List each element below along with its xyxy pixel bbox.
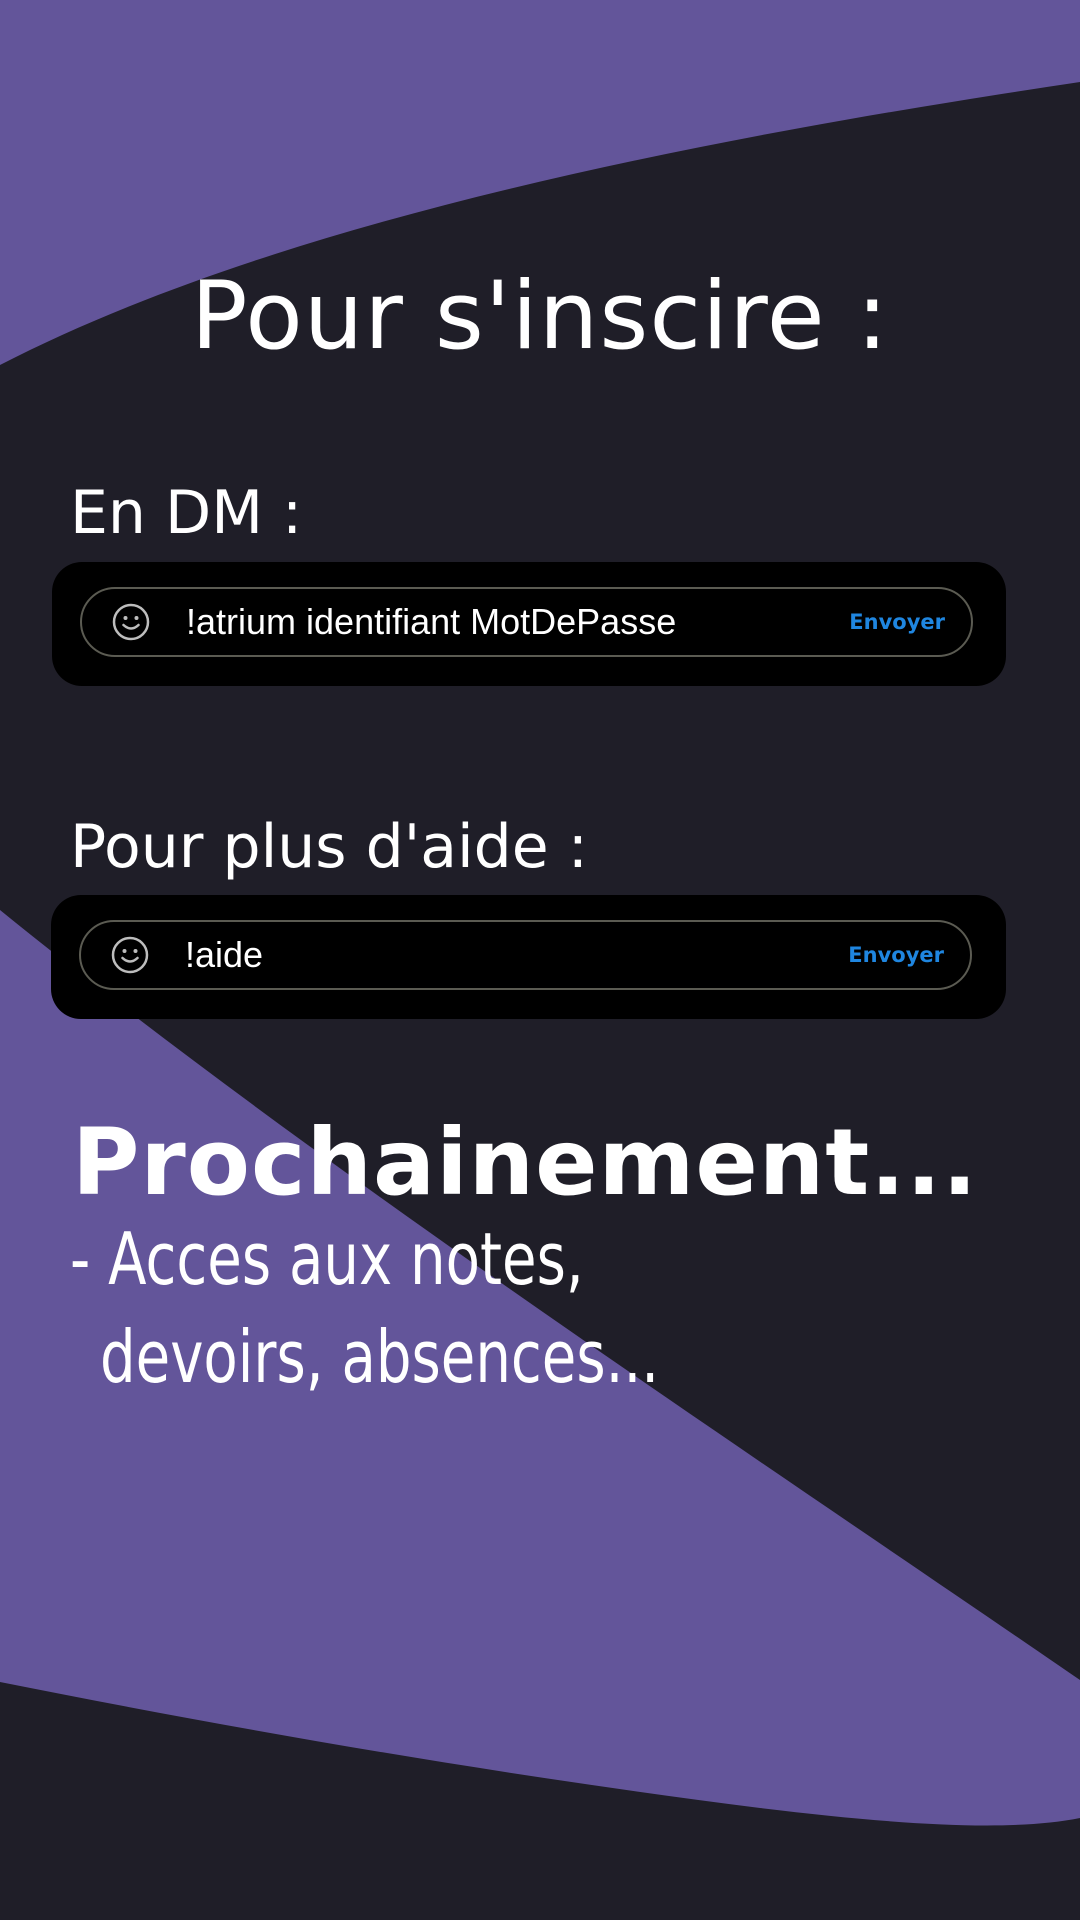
smile-icon[interactable] <box>112 603 150 641</box>
dm-message-input[interactable]: !atrium identifiant MotDePasse Envoyer <box>80 587 973 657</box>
upcoming-heading: Prochainement... <box>72 1109 979 1216</box>
dm-command-text[interactable]: !atrium identifiant MotDePasse <box>186 589 676 655</box>
help-message-input[interactable]: !aide Envoyer <box>79 920 972 990</box>
help-send-button[interactable]: Envoyer <box>848 922 944 988</box>
smile-icon[interactable] <box>111 936 149 974</box>
upcoming-line: devoirs, absences... <box>100 1315 660 1399</box>
upcoming-line: - Acces aux notes, <box>70 1217 584 1301</box>
help-section-label: Pour plus d'aide : <box>70 812 588 882</box>
dm-message-panel: !atrium identifiant MotDePasse Envoyer <box>52 562 1006 686</box>
dm-send-button[interactable]: Envoyer <box>849 589 945 655</box>
help-command-text[interactable]: !aide <box>185 922 263 988</box>
page-title: Pour s'inscire : <box>190 262 890 371</box>
dm-section-label: En DM : <box>70 478 303 548</box>
poster-canvas: Pour s'inscire : En DM : !atrium identif… <box>0 0 1080 1920</box>
help-message-panel: !aide Envoyer <box>51 895 1006 1019</box>
